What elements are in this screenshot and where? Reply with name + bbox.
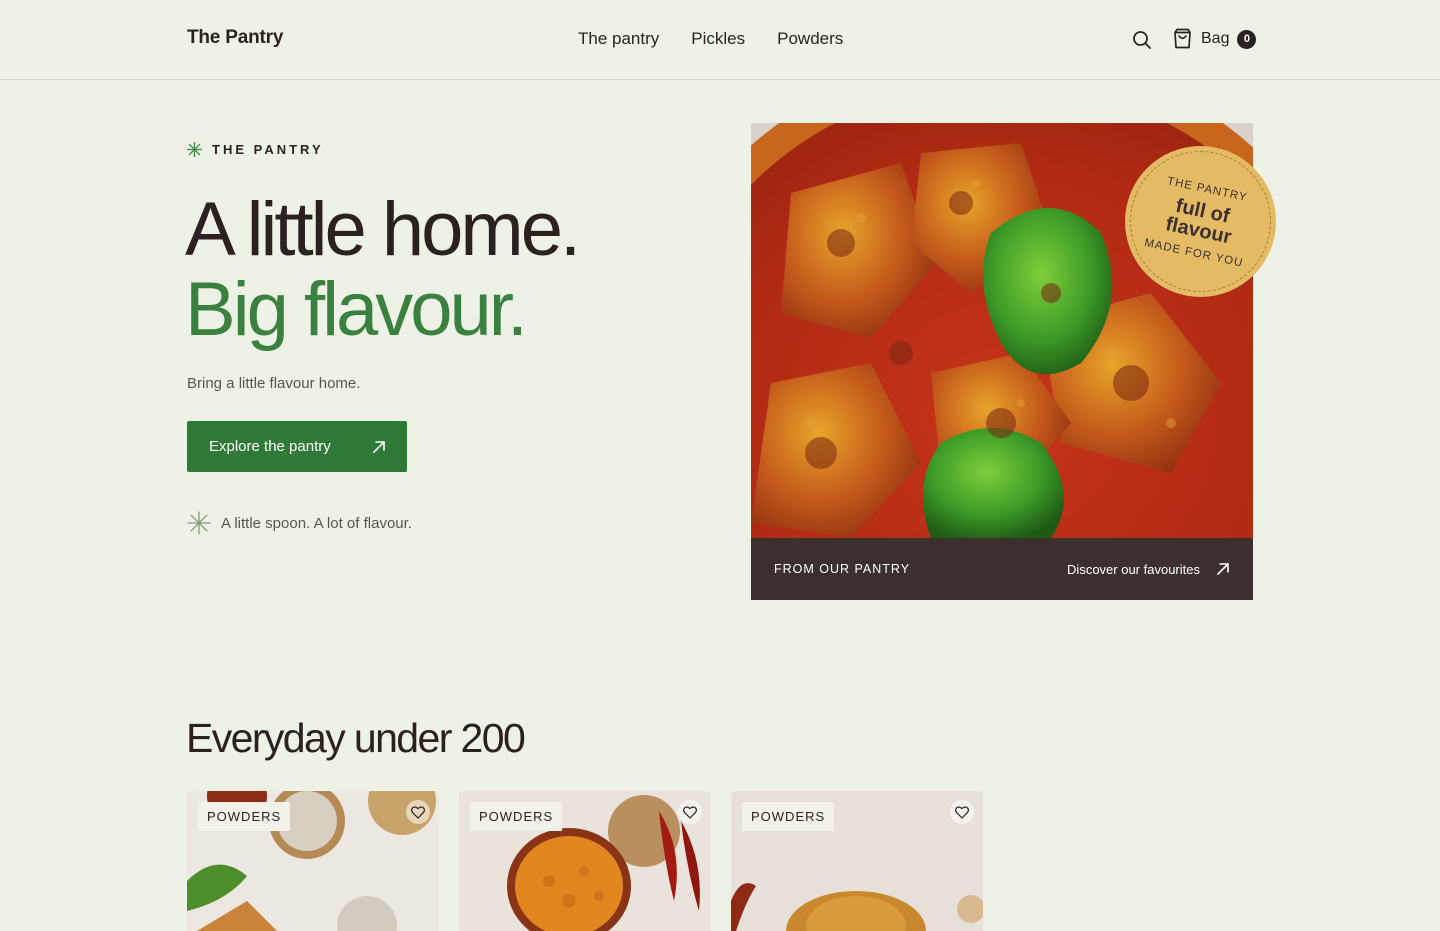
- hero-subcopy: Bring a little flavour home.: [187, 375, 361, 392]
- hero-footer-label: FROM OUR PANTRY: [774, 562, 911, 576]
- nav-item-pickles[interactable]: Pickles: [691, 29, 745, 49]
- cta-label: Explore the pantry: [209, 438, 331, 455]
- brand-logo[interactable]: The Pantry: [187, 27, 283, 49]
- headline-line-1: A little home.: [185, 187, 581, 272]
- product-card[interactable]: POWDERS: [187, 791, 439, 931]
- heart-icon: [411, 805, 425, 819]
- discover-favourites-link[interactable]: Discover our favourites: [1067, 562, 1230, 577]
- headline-line-2: Big flavour.: [185, 267, 528, 352]
- heart-icon: [955, 805, 969, 819]
- bag-label: Bag: [1201, 30, 1230, 47]
- product-category-tag: POWDERS: [742, 802, 835, 831]
- wishlist-button[interactable]: [950, 800, 974, 824]
- heart-icon: [683, 805, 697, 819]
- product-card[interactable]: POWDERS: [731, 791, 983, 931]
- hero-headline: A little home. Big flavour.: [185, 187, 581, 352]
- discover-favourites-label: Discover our favourites: [1067, 561, 1200, 577]
- product-card[interactable]: POWDERS: [459, 791, 711, 931]
- hero-card-footer: FROM OUR PANTRY Discover our favourites: [751, 538, 1253, 600]
- product-category-tag: POWDERS: [198, 802, 291, 831]
- wishlist-button[interactable]: [406, 800, 430, 824]
- tagline-text: A little spoon. A lot of flavour.: [221, 514, 412, 532]
- site-header: The Pantry The pantry Pickles Powders Ba…: [0, 0, 1440, 80]
- badge-content: THE PANTRY full of flavour MADE FOR YOU: [1111, 132, 1290, 311]
- bag-button[interactable]: Bag 0: [1172, 28, 1257, 50]
- arrow-up-right-icon: [1217, 563, 1229, 575]
- nav-item-the-pantry[interactable]: The pantry: [578, 29, 659, 49]
- sparkle-icon: [187, 511, 211, 535]
- product-grid: POWDERS POWDERS POWDERS: [187, 791, 983, 931]
- shopping-bag-icon: [1174, 28, 1191, 49]
- main-nav: The pantry Pickles Powders: [578, 29, 843, 49]
- wishlist-button[interactable]: [678, 800, 702, 824]
- eyebrow-label: THE PANTRY: [212, 142, 324, 157]
- hero-eyebrow: THE PANTRY: [187, 142, 324, 157]
- hero-tagline: A little spoon. A lot of flavour.: [187, 511, 412, 535]
- product-category-tag: POWDERS: [470, 802, 563, 831]
- bag-count-badge: 0: [1237, 29, 1257, 49]
- arrow-up-right-icon: [373, 440, 385, 453]
- search-button[interactable]: [1131, 29, 1153, 51]
- nav-item-powders[interactable]: Powders: [777, 29, 843, 49]
- sparkle-icon: [187, 142, 202, 157]
- flavour-badge: THE PANTRY full of flavour MADE FOR YOU: [1125, 146, 1276, 297]
- explore-pantry-button[interactable]: Explore the pantry: [187, 421, 407, 472]
- section-title: Everyday under 200: [186, 715, 526, 761]
- search-icon: [1133, 31, 1151, 49]
